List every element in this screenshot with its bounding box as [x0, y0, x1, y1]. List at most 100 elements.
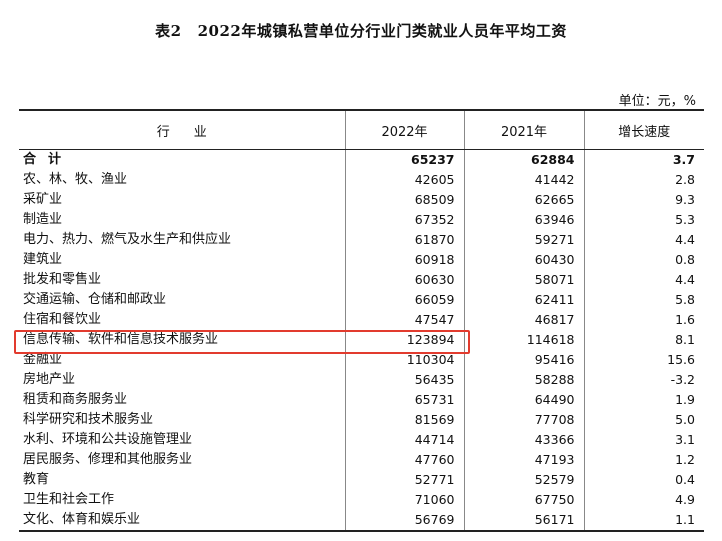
- wage-2022-cell: 68509: [344, 190, 464, 210]
- growth-cell: 0.4: [583, 470, 704, 490]
- industry-cell: 卫生和社会工作: [23, 492, 115, 507]
- growth-cell: 1.9: [583, 390, 704, 410]
- growth-cell: 15.6: [583, 350, 704, 370]
- growth-cell: -3.2: [583, 370, 704, 390]
- industry-cell: 水利、环境和公共设施管理业: [23, 432, 193, 447]
- header-industry: 行业: [19, 109, 345, 150]
- wage-2022-cell: 56435: [344, 370, 464, 390]
- wage-2021-cell: 56171: [463, 510, 584, 532]
- industry-cell: 居民服务、修理和其他服务业: [23, 452, 193, 467]
- growth-cell: 2.8: [583, 170, 704, 190]
- table-row: 租赁和商务服务业 65731 64490 1.9: [19, 390, 704, 410]
- growth-cell: 5.8: [583, 290, 704, 310]
- wage-2022-cell: 65731: [344, 390, 464, 410]
- table-body: 合计 65237 62884 3.7 农、林、牧、渔业 42605 41442 2.8 采矿业 6…: [19, 149, 704, 532]
- wage-2022-cell: 110304: [344, 350, 464, 370]
- wage-2021-cell: 58288: [463, 370, 584, 390]
- wage-2022-cell: 66059: [344, 290, 464, 310]
- table-row: 教育 52771 52579 0.4: [19, 470, 704, 490]
- industry-cell: 电力、热力、燃气及水生产和供应业: [23, 232, 232, 247]
- table-row: 房地产业 56435 58288 -3.2: [19, 370, 704, 390]
- growth-cell: 5.0: [583, 410, 704, 430]
- growth-cell: 1.2: [583, 450, 704, 470]
- industry-cell: 采矿业: [23, 192, 63, 207]
- table-row: 制造业 67352 63946 5.3: [19, 210, 704, 230]
- industry-cell: 金融业: [23, 352, 63, 367]
- wage-2022-cell: 47547: [344, 310, 464, 330]
- wage-2022-cell: 67352: [344, 210, 464, 230]
- wage-2021-cell: 60430: [463, 250, 584, 270]
- wage-2021-cell: 47193: [463, 450, 584, 470]
- growth-cell: 0.8: [583, 250, 704, 270]
- industry-cell: 科学研究和技术服务业: [23, 412, 154, 427]
- wage-2022-cell: 61870: [344, 230, 464, 250]
- industry-cell: 制造业: [23, 212, 63, 227]
- wage-2021-cell: 59271: [463, 230, 584, 250]
- industry-cell: 合计: [23, 152, 74, 167]
- wage-table: 行业 2022年 2021年 增长速度 合计 65237 62884 3.7 农、林、牧…: [19, 109, 704, 532]
- table-number: 表2: [155, 22, 182, 40]
- wage-2021-cell: 62884: [463, 149, 584, 170]
- wage-2021-cell: 67750: [463, 490, 584, 510]
- header-growth: 增长速度: [583, 109, 704, 150]
- industry-cell: 交通运输、仓储和邮政业: [23, 292, 167, 307]
- growth-cell: 5.3: [583, 210, 704, 230]
- table-row: 科学研究和技术服务业 81569 77708 5.0: [19, 410, 704, 430]
- wage-2022-cell: 42605: [344, 170, 464, 190]
- industry-cell: 房地产业: [23, 372, 76, 387]
- table-row: 文化、体育和娱乐业 56769 56171 1.1: [19, 510, 704, 532]
- wage-2021-cell: 64490: [463, 390, 584, 410]
- wage-2021-cell: 52579: [463, 470, 584, 490]
- wage-2021-cell: 58071: [463, 270, 584, 290]
- wage-2021-cell: 62411: [463, 290, 584, 310]
- growth-cell: 3.7: [583, 149, 704, 170]
- growth-cell: 8.1: [583, 330, 704, 350]
- industry-cell: 租赁和商务服务业: [23, 392, 128, 407]
- wage-2021-cell: 63946: [463, 210, 584, 230]
- wage-2022-cell: 81569: [344, 410, 464, 430]
- industry-cell: 农、林、牧、渔业: [23, 172, 128, 187]
- wage-2022-cell: 60918: [344, 250, 464, 270]
- industry-cell: 文化、体育和娱乐业: [19, 510, 345, 532]
- wage-2022-cell: 123894: [344, 330, 464, 350]
- table-row: 信息传输、软件和信息技术服务业 123894 114618 8.1: [19, 330, 704, 350]
- growth-cell: 4.4: [583, 270, 704, 290]
- wage-2022-cell: 52771: [344, 470, 464, 490]
- wage-2022-cell: 65237: [344, 149, 464, 170]
- table-row: 卫生和社会工作 71060 67750 4.9: [19, 490, 704, 510]
- table-title: 表2 2022年城镇私营单位分行业门类就业人员年平均工资: [0, 20, 722, 41]
- growth-cell: 1.6: [583, 310, 704, 330]
- table-row-total: 合计 65237 62884 3.7: [19, 149, 704, 170]
- wage-2022-cell: 56769: [344, 510, 464, 532]
- industry-cell: 住宿和餐饮业: [23, 312, 102, 327]
- table-row: 建筑业 60918 60430 0.8: [19, 250, 704, 270]
- wage-2022-cell: 71060: [344, 490, 464, 510]
- industry-cell: 批发和零售业: [23, 272, 102, 287]
- table-row: 交通运输、仓储和邮政业 66059 62411 5.8: [19, 290, 704, 310]
- wage-2021-cell: 46817: [463, 310, 584, 330]
- growth-cell: 9.3: [583, 190, 704, 210]
- table-row: 农、林、牧、渔业 42605 41442 2.8: [19, 170, 704, 190]
- table-row: 电力、热力、燃气及水生产和供应业 61870 59271 4.4: [19, 230, 704, 250]
- industry-cell: 建筑业: [23, 252, 63, 267]
- wage-2021-cell: 114618: [463, 330, 584, 350]
- table-row: 批发和零售业 60630 58071 4.4: [19, 270, 704, 290]
- wage-2021-cell: 62665: [463, 190, 584, 210]
- table-row: 住宿和餐饮业 47547 46817 1.6: [19, 310, 704, 330]
- wage-2021-cell: 41442: [463, 170, 584, 190]
- table-title-text: 2022年城镇私营单位分行业门类就业人员年平均工资: [197, 22, 567, 40]
- wage-2022-cell: 47760: [344, 450, 464, 470]
- industry-cell: 教育: [23, 472, 50, 487]
- wage-2022-cell: 44714: [344, 430, 464, 450]
- table-row: 采矿业 68509 62665 9.3: [19, 190, 704, 210]
- table-row: 金融业 110304 95416 15.6: [19, 350, 704, 370]
- growth-cell: 4.4: [583, 230, 704, 250]
- growth-cell: 3.1: [583, 430, 704, 450]
- unit-note: 单位：元，%: [618, 94, 696, 109]
- industry-cell: 信息传输、软件和信息技术服务业: [23, 332, 219, 347]
- table-row: 水利、环境和公共设施管理业 44714 43366 3.1: [19, 430, 704, 450]
- wage-2021-cell: 43366: [463, 430, 584, 450]
- growth-cell: 1.1: [583, 510, 704, 532]
- wage-2022-cell: 60630: [344, 270, 464, 290]
- growth-cell: 4.9: [583, 490, 704, 510]
